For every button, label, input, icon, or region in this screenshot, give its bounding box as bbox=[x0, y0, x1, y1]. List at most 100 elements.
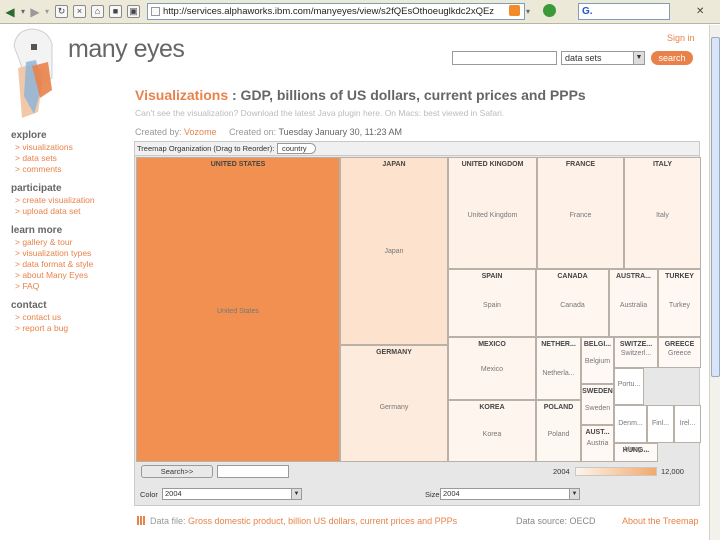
treemap-cell-nl[interactable]: NETHER... Netherla... bbox=[536, 337, 581, 400]
size-dropdown[interactable]: 2004 ▼ bbox=[440, 488, 580, 500]
history-icon[interactable]: ▣ bbox=[127, 5, 140, 18]
home-icon[interactable]: ⌂ bbox=[91, 5, 104, 18]
data-file-line: Data file: Gross domestic product, billi… bbox=[137, 516, 457, 526]
page-scrollbar[interactable] bbox=[709, 25, 720, 540]
nav-link-contact-us[interactable]: > contact us bbox=[11, 312, 131, 323]
close-icon[interactable]: ✕ bbox=[696, 6, 704, 17]
treemap-cell-pl[interactable]: POLAND Poland bbox=[536, 400, 581, 462]
search-scope-select[interactable]: data sets ▼ bbox=[561, 51, 645, 65]
author-link[interactable]: Vozome bbox=[184, 127, 217, 137]
creation-meta: Created by: Vozome Created on: Tuesday J… bbox=[135, 127, 402, 137]
chevron-down-icon[interactable]: ▾ bbox=[43, 4, 51, 20]
treemap-cell-label: Mexico bbox=[480, 366, 504, 373]
treemap-cell-label: Korea bbox=[482, 431, 502, 438]
treemap-cell-label: Denm... bbox=[618, 420, 643, 427]
treemap-cell-it[interactable]: ITALY Italy bbox=[624, 157, 701, 269]
refresh-icon[interactable]: ↻ bbox=[55, 5, 68, 18]
treemap-cell-heading: ITALY bbox=[652, 161, 673, 168]
treemap-cell-label: Poland bbox=[547, 431, 570, 438]
treemap-cell-at[interactable]: AUST... Austria bbox=[581, 425, 614, 462]
treemap-cell-heading: UNITED STATES bbox=[210, 161, 266, 168]
nav-section-participate: participate > create visualization > upl… bbox=[11, 183, 131, 217]
rss-feed-icon[interactable] bbox=[509, 5, 520, 16]
treemap-cell-pt[interactable]: Portu... bbox=[614, 368, 644, 405]
treemap-cell-kr[interactable]: KOREA Korea bbox=[448, 400, 536, 462]
url-text: http://services.alphaworks.ibm.com/manye… bbox=[163, 6, 495, 17]
go-icon[interactable] bbox=[543, 4, 556, 17]
treemap-cell-fi[interactable]: Finl... bbox=[647, 405, 674, 443]
nav-section-learn-more: learn more > gallery & tour > visualizat… bbox=[11, 225, 131, 292]
nav-link-about[interactable]: > about Many Eyes bbox=[11, 270, 131, 281]
treemap-search-input[interactable] bbox=[217, 465, 289, 478]
page-title: Visualizations : GDP, billions of US dol… bbox=[135, 87, 586, 103]
treemap-cell-label: Spain bbox=[483, 302, 501, 309]
nav-link-faq[interactable]: > FAQ bbox=[11, 281, 131, 292]
about-treemap-link[interactable]: About the Treemap bbox=[622, 516, 699, 526]
treemap-cell-be[interactable]: BELGI... Belgium bbox=[581, 337, 614, 384]
nav-link-visualization-types[interactable]: > visualization types bbox=[11, 248, 131, 259]
nav-section-contact: contact > contact us > report a bug bbox=[11, 300, 131, 334]
treemap-cell-heading: JAPAN bbox=[382, 161, 406, 168]
nav-link-data-sets[interactable]: > data sets bbox=[11, 153, 131, 164]
nav-link-data-format[interactable]: > data format & style bbox=[11, 259, 131, 270]
treemap-cell-heading: AUST... bbox=[585, 429, 610, 436]
color-legend bbox=[575, 467, 657, 476]
sign-in-link[interactable]: Sign in bbox=[667, 33, 695, 43]
chevron-down-icon[interactable]: ▾ bbox=[524, 4, 532, 20]
treemap-cell-label: United States bbox=[216, 308, 260, 315]
treemap-cell-es[interactable]: SPAIN Spain bbox=[448, 269, 536, 337]
data-source-line: Data source: OECD bbox=[516, 516, 596, 526]
chevron-down-icon: ▼ bbox=[291, 489, 301, 499]
group-by-chip[interactable]: country bbox=[277, 143, 316, 154]
treemap-cell-tr[interactable]: TURKEY Turkey bbox=[658, 269, 701, 337]
treemap-cell-gr[interactable]: GREECE Greece bbox=[658, 337, 701, 368]
treemap-organization-bar: Treemap Organization (Drag to Reorder): … bbox=[135, 142, 699, 156]
treemap-cell-us[interactable]: UNITED STATES United States bbox=[136, 157, 340, 462]
many-eyes-logo-icon[interactable] bbox=[8, 26, 64, 122]
treemap-cell-heading: UNITED KINGDOM bbox=[461, 161, 524, 168]
bookmark-icon[interactable]: ■ bbox=[109, 5, 122, 18]
treemap-cell-de[interactable]: GERMANY Germany bbox=[340, 345, 448, 462]
treemap-cell-hu[interactable]: HUNG... Hung... bbox=[614, 443, 658, 462]
color-dropdown[interactable]: 2004 ▼ bbox=[162, 488, 302, 500]
treemap-cell-au[interactable]: AUSTRA... Australia bbox=[609, 269, 658, 337]
chevron-down-icon[interactable]: ▾ bbox=[19, 4, 27, 20]
treemap-cell-heading: AUSTRA... bbox=[616, 273, 651, 280]
nav-link-gallery-tour[interactable]: > gallery & tour bbox=[11, 237, 131, 248]
treemap-cell-dk[interactable]: Denm... bbox=[614, 405, 647, 443]
treemap-cell-mx[interactable]: MEXICO Mexico bbox=[448, 337, 536, 400]
visualizations-title-link[interactable]: Visualizations bbox=[135, 87, 228, 103]
nav-link-upload-data-set[interactable]: > upload data set bbox=[11, 206, 131, 217]
address-bar[interactable]: http://services.alphaworks.ibm.com/manye… bbox=[147, 3, 525, 20]
forward-arrow-icon[interactable]: ▶ bbox=[28, 4, 42, 20]
nav-link-create-visualization[interactable]: > create visualization bbox=[11, 195, 131, 206]
color-value: 2004 bbox=[165, 489, 182, 498]
scrollbar-thumb[interactable] bbox=[711, 37, 720, 377]
nav-link-comments[interactable]: > comments bbox=[11, 164, 131, 175]
treemap-cell-heading: CANADA bbox=[557, 273, 588, 280]
treemap-cell-heading: NETHER... bbox=[541, 341, 576, 348]
treemap-cell-heading: POLAND bbox=[543, 404, 574, 411]
treemap-cell-label: Canada bbox=[560, 302, 585, 309]
data-file-link[interactable]: Gross domestic product, billion US dolla… bbox=[188, 516, 457, 526]
back-arrow-icon[interactable]: ◀ bbox=[3, 4, 17, 20]
treemap-cell-uk[interactable]: UNITED KINGDOM United Kingdom bbox=[448, 157, 537, 269]
treemap-cell-heading: GERMANY bbox=[376, 349, 412, 356]
nav-heading: contact bbox=[11, 300, 47, 311]
treemap-cell-ca[interactable]: CANADA Canada bbox=[536, 269, 609, 337]
treemap-cell-label: Australia bbox=[619, 302, 648, 309]
color-label: Color bbox=[140, 490, 158, 499]
site-search-input[interactable] bbox=[452, 51, 557, 65]
nav-link-visualizations[interactable]: > visualizations bbox=[11, 142, 131, 153]
nav-link-report-bug[interactable]: > report a bug bbox=[11, 323, 131, 334]
site-search-button[interactable]: search bbox=[651, 51, 693, 65]
web-search-input[interactable]: G. bbox=[578, 3, 670, 20]
treemap-cell-ie[interactable]: Irel... bbox=[674, 405, 701, 443]
treemap-search-button[interactable]: Search>> bbox=[141, 465, 213, 478]
stop-icon[interactable]: × bbox=[73, 5, 86, 18]
treemap-cell-jp[interactable]: JAPAN Japan bbox=[340, 157, 448, 345]
brand-wordmark[interactable]: many eyes bbox=[68, 35, 185, 64]
treemap-cell-fr[interactable]: FRANCE France bbox=[537, 157, 624, 269]
treemap-cell-se[interactable]: SWEDEN Sweden bbox=[581, 384, 614, 425]
treemap-cell-ch[interactable]: SWITZE... Switzerl... bbox=[614, 337, 658, 368]
